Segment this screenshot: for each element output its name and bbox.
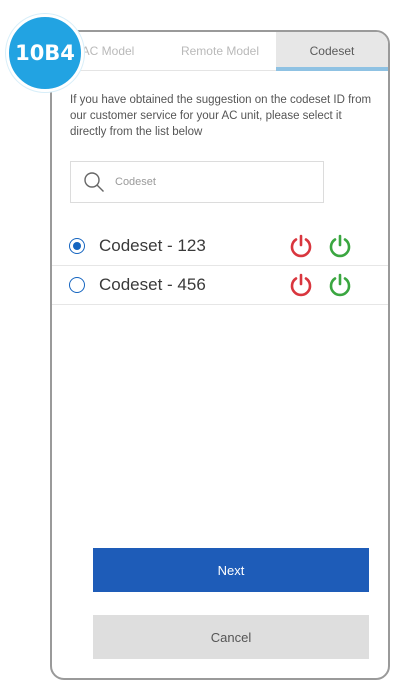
power-on-test-icon[interactable] <box>327 233 353 259</box>
cancel-button[interactable]: Cancel <box>93 615 369 659</box>
codeset-label: Codeset - 123 <box>99 236 206 255</box>
codeset-row-456[interactable]: Codeset - 456 <box>52 266 388 305</box>
power-off-test-icon[interactable] <box>288 272 314 298</box>
step-badge: 10B4 <box>6 14 84 92</box>
tab-remote-model[interactable]: Remote Model <box>164 32 276 70</box>
next-button[interactable]: Next <box>93 548 369 592</box>
power-on-test-icon[interactable] <box>327 272 353 298</box>
tab-codeset[interactable]: Codeset <box>276 32 388 71</box>
tab-bar: AC Model Remote Model Codeset <box>52 32 388 71</box>
codeset-label: Codeset - 456 <box>99 275 206 294</box>
radio-button[interactable] <box>69 277 85 293</box>
codeset-row-123[interactable]: Codeset - 123 <box>52 227 388 266</box>
instructions-text: If you have obtained the suggestion on t… <box>70 94 372 138</box>
radio-button-selected[interactable] <box>69 238 85 254</box>
search-field[interactable] <box>70 161 324 203</box>
phone-screen: AC Model Remote Model Codeset If you hav… <box>50 30 390 680</box>
power-off-test-icon[interactable] <box>288 233 314 259</box>
search-input[interactable] <box>113 175 297 189</box>
codeset-list: Codeset - 123 Codeset - 456 <box>52 227 388 305</box>
search-icon <box>84 172 104 192</box>
